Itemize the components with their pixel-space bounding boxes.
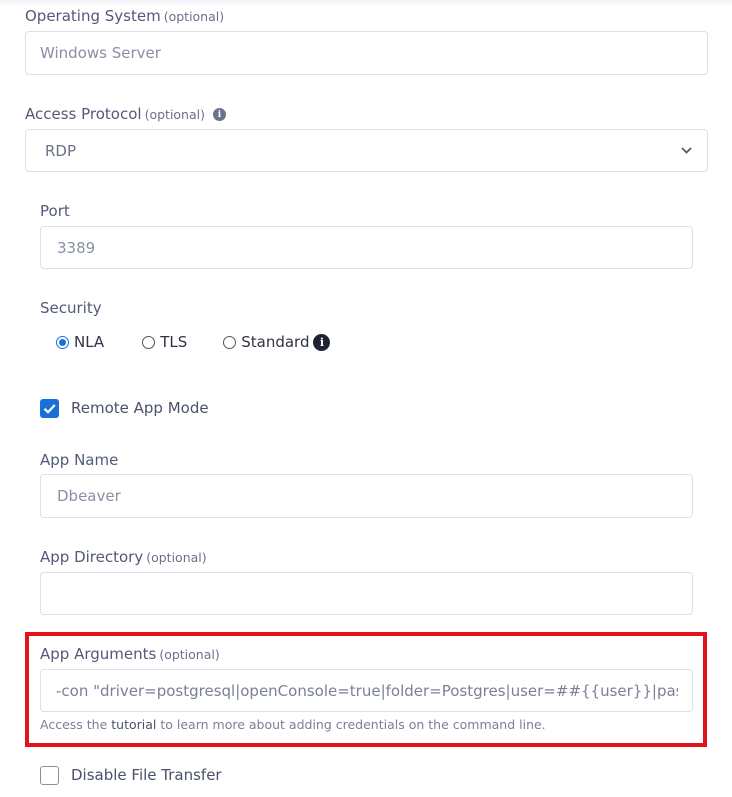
radio-nla-label: NLA: [74, 333, 105, 351]
access-protocol-select[interactable]: RDP: [25, 129, 708, 172]
app-name-value: Dbeaver: [57, 487, 121, 505]
security-label: Security: [40, 299, 102, 317]
radio-tls[interactable]: [142, 335, 156, 349]
disable-file-transfer-checkbox[interactable]: [40, 766, 59, 785]
remote-app-mode-checkbox[interactable]: [40, 399, 59, 418]
port-label: Port: [40, 202, 70, 220]
tutorial-link[interactable]: tutorial: [111, 717, 156, 732]
port-input[interactable]: 3389: [40, 226, 693, 269]
info-icon[interactable]: i: [213, 108, 226, 121]
app-arguments-input[interactable]: -con "driver=postgresql|openConsole=true…: [40, 669, 693, 712]
radio-tls-label: TLS: [160, 333, 188, 351]
app-arguments-value: -con "driver=postgresql|openConsole=true…: [56, 681, 678, 700]
app-name-label: App Name: [40, 451, 119, 469]
port-value: 3389: [57, 238, 96, 257]
app-arguments-help: Access the tutorial to learn more about …: [40, 717, 546, 732]
app-directory-input[interactable]: [40, 572, 693, 615]
radio-standard[interactable]: [223, 335, 237, 349]
operating-system-value: Windows Server: [40, 44, 161, 62]
security-option-tls[interactable]: TLS: [142, 333, 187, 351]
operating-system-label: Operating System (optional): [25, 7, 225, 25]
app-name-input[interactable]: Dbeaver: [40, 474, 693, 518]
app-directory-label: App Directory (optional): [40, 548, 207, 566]
security-radio-group: NLA TLS Standard i: [56, 333, 358, 351]
operating-system-input[interactable]: Windows Server: [25, 31, 708, 75]
security-option-nla[interactable]: NLA: [56, 333, 104, 351]
radio-standard-label: Standard: [241, 333, 310, 351]
access-protocol-value: RDP: [45, 141, 77, 160]
remote-app-mode-label: Remote App Mode: [71, 399, 209, 417]
security-option-standard[interactable]: Standard i: [223, 333, 331, 351]
disable-file-transfer-label: Disable File Transfer: [71, 766, 222, 784]
info-icon[interactable]: i: [313, 333, 331, 351]
chevron-down-icon: [679, 144, 693, 158]
access-protocol-label: Access Protocol (optional) i: [25, 105, 226, 123]
app-arguments-label: App Arguments (optional): [40, 645, 220, 663]
top-shadow: [0, 0, 732, 6]
radio-nla[interactable]: [56, 335, 69, 349]
check-icon: [43, 404, 56, 414]
